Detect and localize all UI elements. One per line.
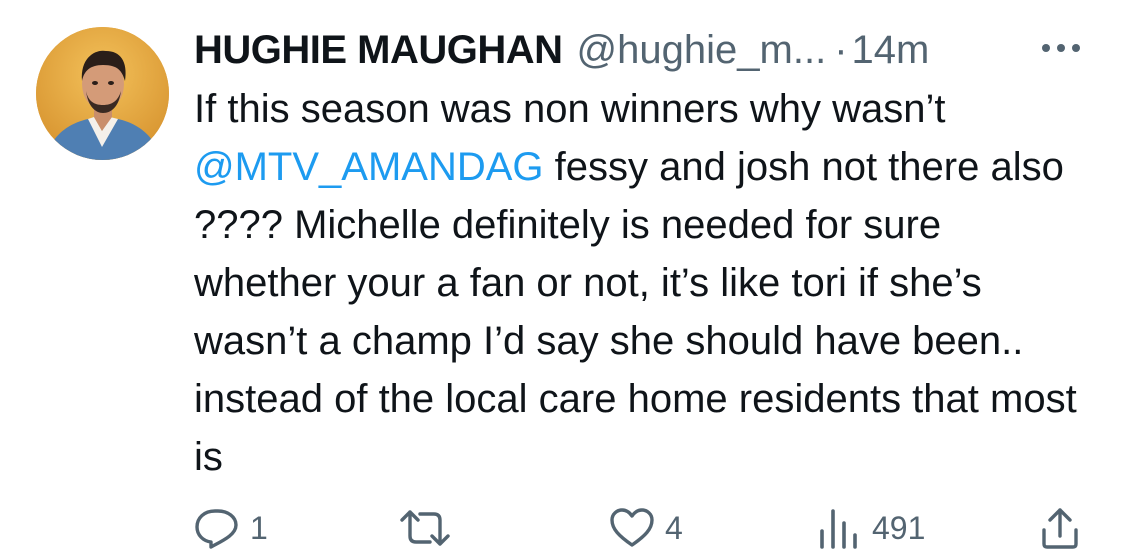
tweet-text: If this season was non winners why wasn’…: [194, 80, 1094, 486]
avatar[interactable]: [36, 27, 169, 160]
tweet-text-rest: fessy and josh not there also ???? Miche…: [194, 145, 1077, 479]
retweet-icon: [400, 508, 450, 548]
views-button[interactable]: 491: [818, 500, 925, 556]
tweet-text-start: If this season was non winners why wasn’…: [194, 87, 946, 131]
tweet-actions: 1 4 491: [0, 500, 1125, 556]
display-name[interactable]: HUGHIE MAUGHAN: [194, 22, 563, 78]
timestamp[interactable]: 14m: [852, 22, 930, 78]
reply-count: 1: [250, 509, 268, 546]
user-handle[interactable]: @hughie_m...: [577, 22, 827, 78]
reply-button[interactable]: 1: [194, 500, 268, 556]
like-button[interactable]: 4: [609, 500, 683, 556]
heart-icon: [609, 507, 655, 549]
views-count: 491: [872, 509, 926, 546]
separator-dot: ·: [834, 28, 848, 72]
avatar-image: [36, 27, 169, 160]
views-icon: [818, 507, 862, 549]
reply-icon: [194, 507, 240, 549]
retweet-button[interactable]: [400, 500, 450, 556]
more-options-icon[interactable]: [1040, 41, 1082, 53]
tweet[interactable]: HUGHIE MAUGHAN @hughie_m... · 14m If thi…: [0, 0, 1125, 557]
share-button[interactable]: [1040, 500, 1080, 556]
mention-link[interactable]: @MTV_AMANDAG: [194, 145, 544, 189]
tweet-header: HUGHIE MAUGHAN @hughie_m... · 14m: [194, 22, 929, 78]
like-count: 4: [665, 509, 683, 546]
share-icon: [1040, 506, 1080, 550]
